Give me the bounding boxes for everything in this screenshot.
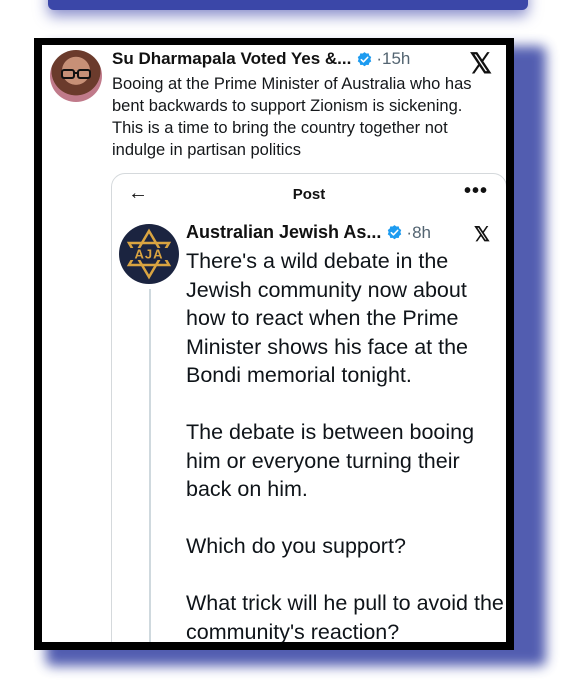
- glasses-icon: [61, 69, 91, 79]
- quoted-post-text: There's a wild debate in the Jewish comm…: [186, 247, 504, 642]
- quoted-post-nav-title: Post: [292, 186, 326, 203]
- quoted-paragraph: What trick will he pull to avoid the com…: [186, 591, 504, 642]
- verified-badge-icon: [388, 225, 402, 240]
- author-name[interactable]: Su Dharmapala Voted Yes &...: [112, 49, 351, 69]
- aja-avatar[interactable]: AJA: [119, 224, 179, 284]
- thread-line: [149, 289, 151, 642]
- quoted-paragraph: The debate is between booing him or ever…: [186, 420, 475, 501]
- quoted-post-header: Australian Jewish As... ·8h: [186, 222, 431, 243]
- post-text: Booing at the Prime Minister of Australi…: [112, 75, 472, 159]
- quoted-post-time[interactable]: ·8h: [406, 223, 431, 243]
- screenshot-frame: Su Dharmapala Voted Yes &... ·15h 𝕏 Booi…: [34, 38, 514, 650]
- quoted-paragraph: There's a wild debate in the Jewish comm…: [186, 249, 469, 387]
- post-header: Su Dharmapala Voted Yes &... ·15h: [112, 49, 410, 69]
- star-of-david-logo-icon: AJA: [126, 228, 172, 280]
- background-frame-top: [48, 0, 528, 10]
- avatar[interactable]: [50, 50, 102, 102]
- quoted-author-name[interactable]: Australian Jewish As...: [186, 222, 381, 243]
- post-card: Su Dharmapala Voted Yes &... ·15h 𝕏 Booi…: [42, 45, 506, 642]
- x-logo-icon[interactable]: 𝕏: [474, 222, 490, 247]
- quoted-paragraph: Which do you support?: [186, 534, 406, 558]
- quoted-post[interactable]: ← Post ••• AJA Australian Jewish As... ·…: [111, 173, 506, 642]
- post-time[interactable]: ·15h: [376, 49, 410, 69]
- aja-avatar-text: AJA: [134, 247, 163, 262]
- more-options-icon[interactable]: •••: [464, 180, 488, 203]
- verified-badge-icon: [358, 51, 372, 66]
